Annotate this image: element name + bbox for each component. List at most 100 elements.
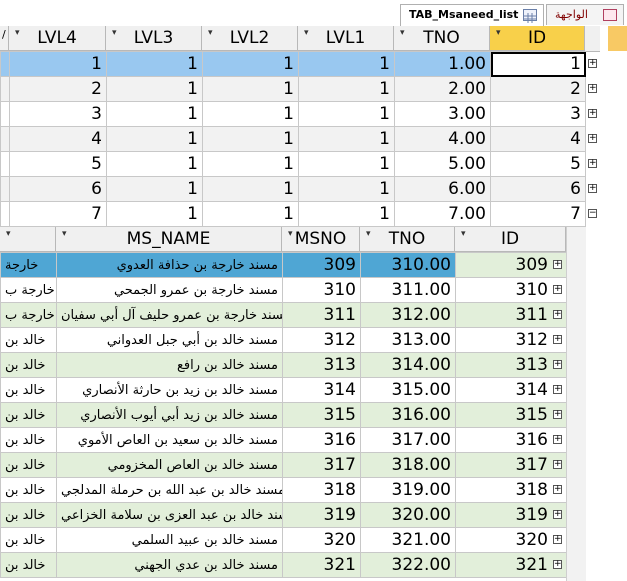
table-row[interactable]: خالد بن مسند خالد بن عدي الجهني 321 322.00 3… (0, 552, 567, 578)
sub-column-header-ms-name[interactable]: ▾ MS_NAME (56, 227, 282, 252)
partial-cell[interactable]: خالد بن (0, 402, 57, 428)
table-cell[interactable]: 1 (106, 101, 203, 127)
table-cell[interactable]: 316.00 (360, 402, 456, 428)
table-cell[interactable]: 318 (282, 477, 361, 503)
expand-icon[interactable]: + (553, 335, 562, 344)
table-row[interactable]: خالد بن مسند خالد بن عبد العزى بن سلامة ا… (0, 502, 567, 528)
ms-name-cell[interactable]: مسند خالد بن عبد العزى بن سلامة الخزاعي (56, 502, 283, 528)
sub-column-header-msno[interactable]: ▾ MSNO (282, 227, 360, 252)
table-cell[interactable]: 315 (282, 402, 361, 428)
column-header-lvl2[interactable]: ▾ LVL2 (202, 26, 298, 51)
expand-icon[interactable]: + (553, 460, 562, 469)
expand-icon[interactable]: + (553, 285, 562, 294)
table-cell[interactable]: 314.00 (360, 352, 456, 378)
table-cell[interactable]: 3 (490, 101, 586, 127)
expand-icon[interactable]: + (588, 84, 597, 93)
tab-tab-msaneed-list[interactable]: TAB_Msaneed_list (400, 4, 544, 26)
table-cell[interactable]: 310.00 (360, 252, 456, 278)
partial-cell[interactable]: خارجة ب (0, 277, 57, 303)
table-cell[interactable]: 314 (455, 377, 567, 403)
table-cell[interactable]: 311 (455, 302, 567, 328)
table-cell[interactable]: 1 (106, 76, 203, 102)
expand-icon[interactable]: + (553, 410, 562, 419)
partial-cell[interactable]: خالد بن (0, 527, 57, 553)
table-row[interactable]: خالد بن مسند خالد بن زيد بن حارثة الأنصار… (0, 377, 567, 403)
table-row[interactable]: 6 1 1 1 6.00 6 (0, 176, 586, 202)
table-row[interactable]: خارجة مسند خارجة بن حذافة العدوي 309 310.00… (0, 252, 567, 278)
sub-column-header-partial[interactable]: ▾ (0, 227, 56, 252)
ms-name-cell[interactable]: مسند خالد بن سعيد بن العاص الأموي (56, 427, 283, 453)
table-cell[interactable]: 313.00 (360, 327, 456, 353)
table-cell[interactable]: 3 (9, 101, 107, 127)
ms-name-cell[interactable]: مسند خارجة بن عمرو حليف آل أبي سفيان (56, 302, 283, 328)
table-cell[interactable]: 312 (282, 327, 361, 353)
expand-icon[interactable]: + (588, 109, 597, 118)
table-cell[interactable]: 316 (455, 427, 567, 453)
ms-name-cell[interactable]: مسند خالد بن زيد بن حارثة الأنصاري (56, 377, 283, 403)
table-cell[interactable]: 1 (298, 51, 395, 77)
table-cell[interactable]: 317 (282, 452, 361, 478)
table-cell[interactable]: 5 (490, 151, 586, 177)
table-row[interactable]: 5 1 1 1 5.00 5 (0, 151, 586, 177)
table-cell[interactable]: 319.00 (360, 477, 456, 503)
row-lead-cell[interactable] (0, 151, 10, 177)
partial-cell[interactable]: خالد بن (0, 327, 57, 353)
table-cell[interactable]: 318 (455, 477, 567, 503)
ms-name-cell[interactable]: مسند خارجة بن عمرو الجمحي (56, 277, 283, 303)
ms-name-cell[interactable]: مسند خالد بن أبي جبل العدواني (56, 327, 283, 353)
table-cell[interactable]: 1 (106, 176, 203, 202)
table-cell[interactable]: 1 (202, 76, 299, 102)
table-cell[interactable]: 1.00 (394, 51, 491, 77)
table-cell[interactable]: 4 (490, 126, 586, 152)
select-all-corner[interactable] (608, 26, 627, 51)
table-cell[interactable]: 310 (282, 277, 361, 303)
table-cell[interactable]: 6.00 (394, 176, 491, 202)
table-cell[interactable]: 5 (9, 151, 107, 177)
table-cell[interactable]: 313 (455, 352, 567, 378)
expand-icon[interactable]: + (588, 134, 597, 143)
table-row[interactable]: 3 1 1 1 3.00 3 (0, 101, 586, 127)
expand-icon[interactable]: + (553, 435, 562, 444)
ms-name-cell[interactable]: مسند خالد بن عدي الجهني (56, 552, 283, 578)
table-cell[interactable]: 315 (455, 402, 567, 428)
table-cell[interactable]: 1 (9, 51, 107, 77)
table-cell[interactable]: 1 (202, 51, 299, 77)
dropdown-arrow-icon[interactable]: ▾ (6, 229, 11, 239)
expand-icon[interactable]: + (553, 310, 562, 319)
expand-icon[interactable]: + (553, 385, 562, 394)
row-lead-cell[interactable] (0, 76, 10, 102)
table-cell[interactable]: 7 (9, 201, 107, 227)
table-cell[interactable]: 1 (298, 101, 395, 127)
expand-icon[interactable]: + (553, 510, 562, 519)
table-row[interactable]: خالد بن مسند خالد بن عبد الله بن حرملة ال… (0, 477, 567, 503)
ms-name-cell[interactable]: مسند خالد بن العاص المخزومي (56, 452, 283, 478)
table-cell[interactable]: 1 (106, 151, 203, 177)
ms-name-cell[interactable]: مسند خالد بن عبد الله بن حرملة المدلجي (56, 477, 283, 503)
table-cell[interactable]: 6 (9, 176, 107, 202)
table-cell[interactable]: 314 (282, 377, 361, 403)
tab-form-main[interactable]: الواجهة (546, 4, 624, 25)
expand-icon[interactable]: + (588, 59, 597, 68)
table-row[interactable]: 2 1 1 1 2.00 2 (0, 76, 586, 102)
column-header-partial[interactable]: / (0, 26, 9, 51)
table-cell[interactable]: 1 (202, 176, 299, 202)
table-row[interactable]: خالد بن مسند خالد بن زيد أبي أيوب الأنصار… (0, 402, 567, 428)
table-cell[interactable]: 2.00 (394, 76, 491, 102)
table-row[interactable]: خارجة ب مسند خارجة بن عمرو حليف آل أبي سف… (0, 302, 567, 328)
table-cell[interactable]: 311.00 (360, 277, 456, 303)
table-row[interactable]: 7 1 1 1 7.00 7 (0, 201, 586, 227)
column-header-id[interactable]: ▾ ID (490, 26, 585, 51)
row-lead-cell[interactable] (0, 126, 10, 152)
table-row[interactable]: خالد بن مسند خالد بن رافع 313 314.00 313 (0, 352, 567, 378)
expand-icon[interactable]: + (553, 560, 562, 569)
table-cell[interactable]: 318.00 (360, 452, 456, 478)
vertical-scrollbar[interactable] (566, 227, 586, 581)
table-cell[interactable]: 5.00 (394, 151, 491, 177)
table-cell[interactable]: 2 (9, 76, 107, 102)
table-cell[interactable]: 320.00 (360, 502, 456, 528)
table-cell[interactable]: 1 (298, 126, 395, 152)
column-header-lvl4[interactable]: ▾ LVL4 (9, 26, 106, 51)
table-cell[interactable]: 1 (490, 51, 586, 77)
sub-column-header-tno[interactable]: ▾ TNO (360, 227, 455, 252)
table-row[interactable]: 1 1 1 1 1.00 1 (0, 51, 586, 77)
